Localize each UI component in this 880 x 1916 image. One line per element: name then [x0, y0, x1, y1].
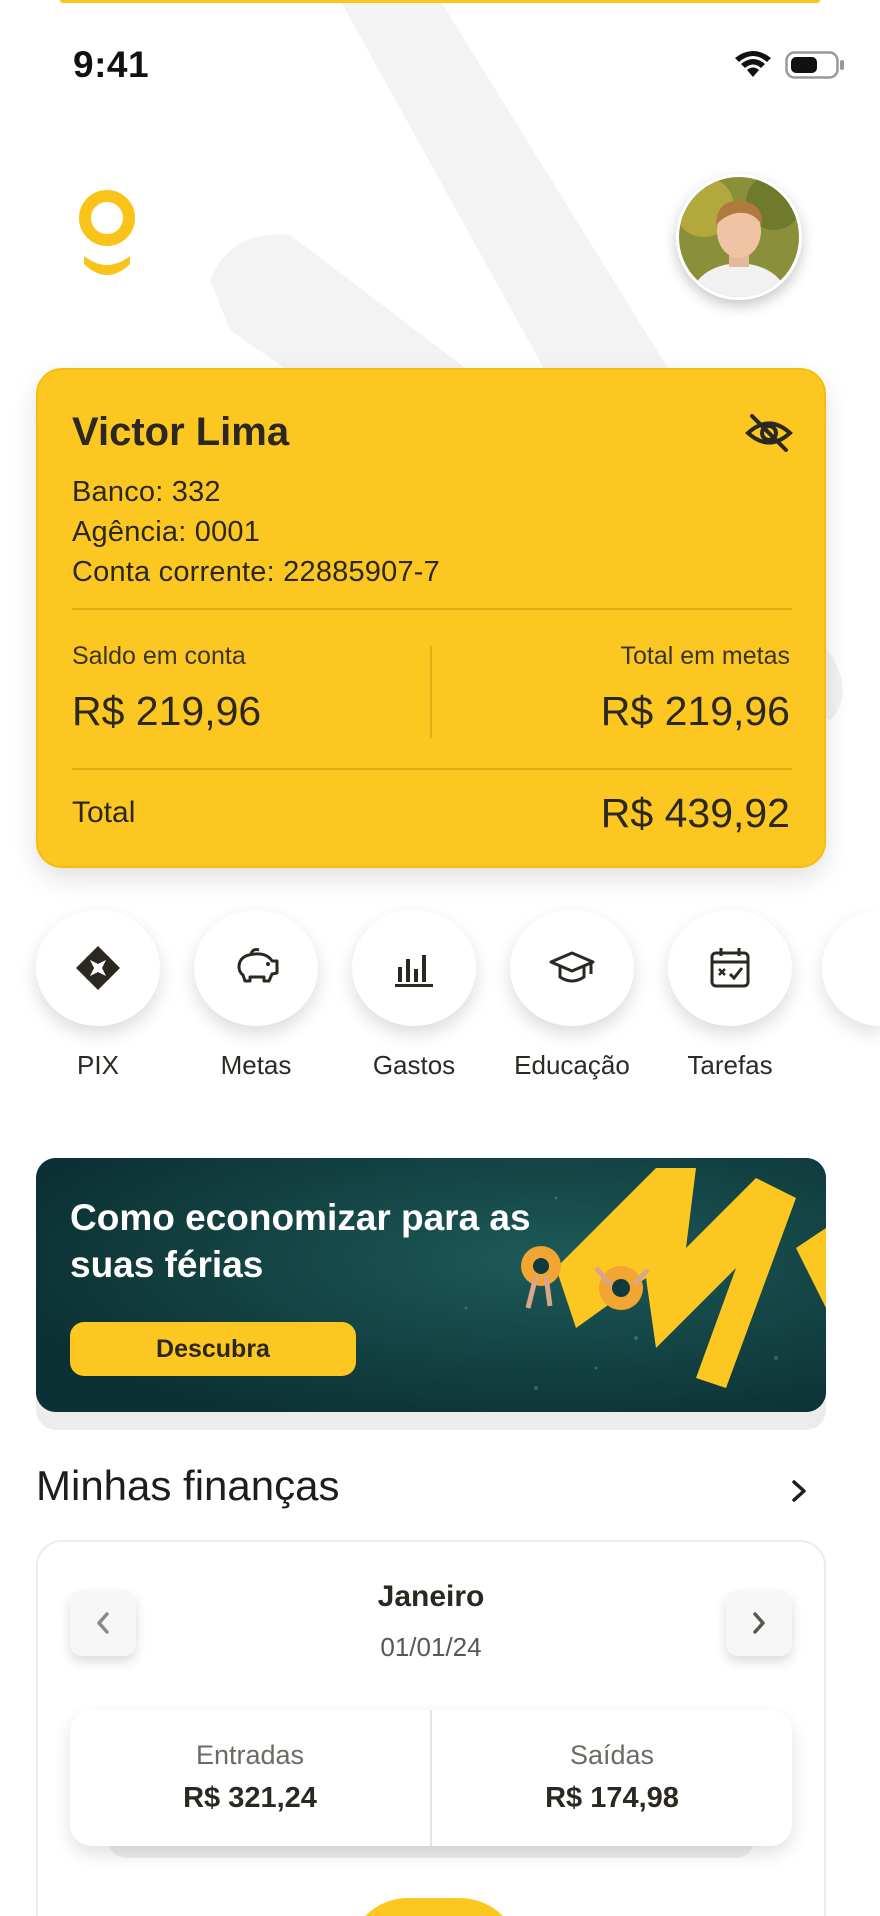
- action-label: Educação: [514, 1050, 630, 1080]
- discover-button[interactable]: Descubra: [70, 1322, 356, 1376]
- card-divider: [72, 768, 792, 770]
- quick-actions: PIX Metas Gastos Educação Tarefas: [0, 910, 880, 1090]
- bar-chart-icon: [395, 955, 433, 987]
- battery-icon: [785, 51, 844, 79]
- total-label: Total: [72, 796, 136, 829]
- income-column: Entradas R$ 321,24: [70, 1710, 430, 1846]
- action-gastos[interactable]: Gastos: [344, 910, 484, 1090]
- calendar-check-icon: [710, 948, 750, 988]
- expense-value: R$ 174,98: [545, 1782, 679, 1814]
- cash-flow-summary: Entradas R$ 321,24 Saídas R$ 174,98: [70, 1710, 792, 1846]
- status-time: 9:41: [73, 44, 150, 85]
- chevron-right-icon[interactable]: [784, 1474, 814, 1508]
- action-circle[interactable]: [194, 910, 318, 1026]
- account-holder-name: Victor Lima: [72, 410, 290, 454]
- balance-divider: [430, 646, 432, 738]
- month-date: 01/01/24: [380, 1632, 482, 1662]
- promo-banner[interactable]: Como economizar para as suas férias Desc…: [36, 1158, 826, 1412]
- agency-line: Agência: 0001: [72, 516, 260, 549]
- action-label: Tarefas: [687, 1050, 773, 1080]
- action-label: PIX: [77, 1050, 119, 1080]
- income-value: R$ 321,24: [183, 1782, 317, 1814]
- chevron-right-icon: [753, 1612, 765, 1634]
- bank-label: Banco:: [72, 476, 164, 508]
- action-circle[interactable]: [36, 910, 160, 1026]
- card-divider: [72, 608, 792, 610]
- action-tarefas[interactable]: Tarefas: [660, 910, 800, 1090]
- action-more-peek[interactable]: [822, 910, 880, 1026]
- eye-off-icon[interactable]: [744, 408, 794, 458]
- action-educacao[interactable]: Educação: [502, 910, 642, 1090]
- action-label: Metas: [220, 1050, 292, 1080]
- next-month-button[interactable]: [726, 1590, 792, 1656]
- expense-column: Saídas R$ 174,98: [432, 1710, 792, 1846]
- action-circle[interactable]: [510, 910, 634, 1026]
- balance-value: R$ 219,96: [72, 688, 262, 734]
- finances-section-title: Minhas finanças: [36, 1462, 340, 1509]
- status-bar: 9:41: [0, 0, 880, 130]
- bank-line: Banco: 332: [72, 476, 221, 509]
- finances-card: Janeiro 01/01/24 Entradas R$ 321,24 Saíd…: [36, 1540, 826, 1916]
- agency-label: Agência:: [72, 516, 187, 548]
- account-number-line: Conta corrente: 22885907-7: [72, 556, 440, 589]
- income-label: Entradas: [195, 1740, 305, 1770]
- action-pix[interactable]: PIX: [28, 910, 168, 1090]
- action-metas[interactable]: Metas: [186, 910, 326, 1090]
- account-number-value: 22885907-7: [283, 556, 440, 588]
- profile-avatar[interactable]: [676, 174, 802, 300]
- avatar-photo: [679, 177, 799, 297]
- total-value: R$ 439,92: [600, 790, 790, 836]
- action-circle[interactable]: [352, 910, 476, 1026]
- goals-total-value: R$ 219,96: [600, 688, 790, 734]
- pix-icon: [76, 946, 120, 990]
- action-circle[interactable]: [668, 910, 792, 1026]
- month-name: Janeiro: [377, 1580, 485, 1613]
- wifi-icon: [735, 51, 771, 77]
- action-label: Gastos: [372, 1050, 456, 1080]
- bank-value: 332: [171, 476, 221, 508]
- expense-label: Saídas: [569, 1740, 655, 1770]
- banner-title: Como economizar para as suas férias: [70, 1197, 531, 1285]
- piggy-bank-icon: [237, 948, 279, 983]
- logo-icon: [79, 190, 135, 275]
- graduation-cap-icon: [549, 951, 595, 983]
- balance-label: Saldo em conta: [72, 642, 246, 670]
- agency-value: 0001: [194, 516, 261, 548]
- account-card: Victor Lima Banco: 332 Agência: 0001 Con…: [36, 368, 826, 868]
- account-number-label: Conta corrente:: [72, 556, 275, 588]
- goals-total-label: Total em metas: [620, 642, 790, 670]
